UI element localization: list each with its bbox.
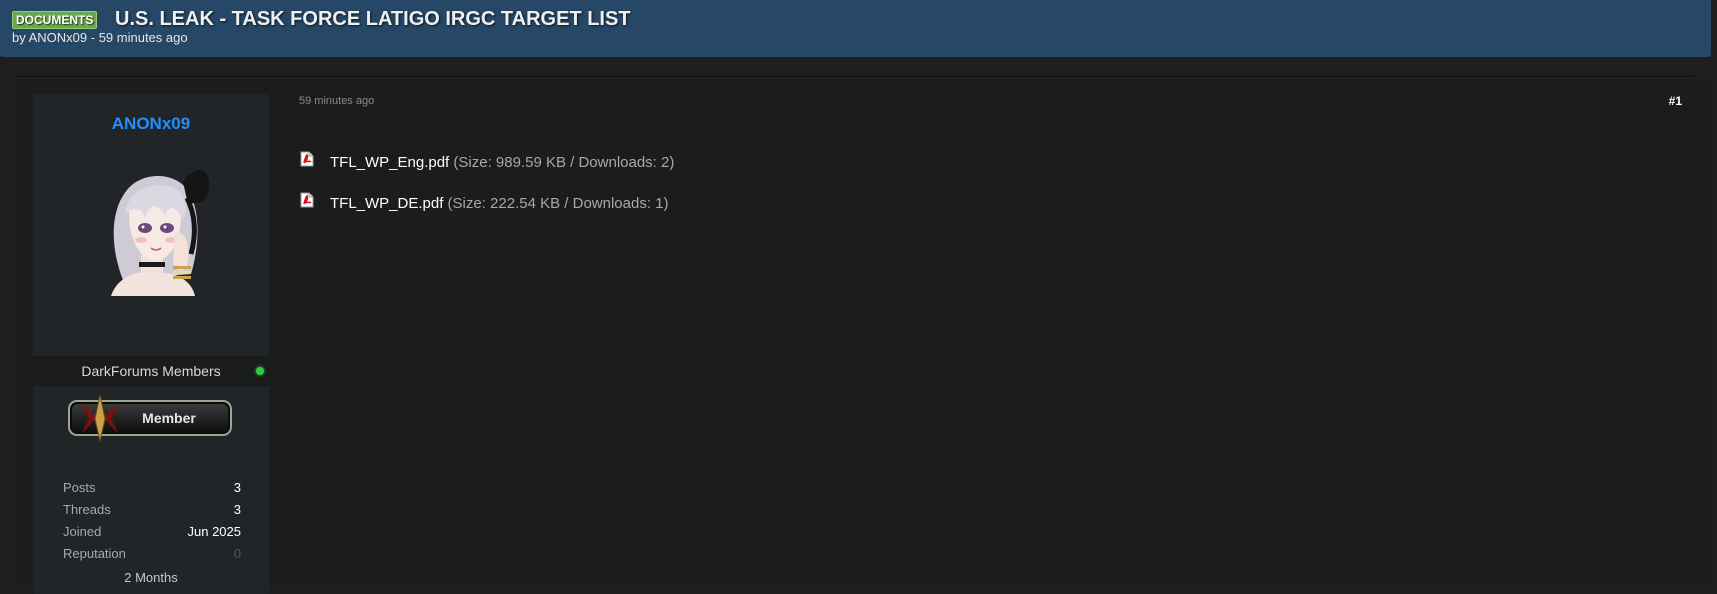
- thread-header: DOCUMENTS U.S. LEAK - TASK FORCE LATIGO …: [0, 0, 1711, 57]
- stat-row-threads: Threads 3: [63, 499, 241, 521]
- stat-label: Threads: [63, 502, 111, 517]
- stat-label: Posts: [63, 480, 96, 495]
- author-stats: Posts 3 Threads 3 Joined Jun 2025 Reputa…: [63, 477, 241, 565]
- rank-badge-label: Member: [142, 410, 196, 426]
- stat-value[interactable]: 3: [234, 499, 241, 521]
- attachment-info: (Size: 222.54 KB / Downloads: 1): [443, 195, 669, 212]
- member-rank-badge: Member: [68, 395, 232, 442]
- pdf-icon: [300, 151, 314, 167]
- attachment-link[interactable]: TFL_WP_DE.pdf: [330, 195, 443, 212]
- usergroup-bar: DarkForums Members: [33, 356, 269, 386]
- thread-title: U.S. LEAK - TASK FORCE LATIGO IRGC TARGE…: [115, 8, 631, 30]
- stat-row-reputation: Reputation 0: [63, 543, 241, 565]
- thread-prefix-badge[interactable]: DOCUMENTS: [12, 11, 98, 29]
- usergroup-label: DarkForums Members: [81, 363, 221, 379]
- post-timestamp: 59 minutes ago: [299, 95, 375, 107]
- avatar[interactable]: [83, 162, 219, 296]
- stat-label: Reputation: [63, 546, 126, 561]
- author-tenure: 2 Months: [124, 570, 178, 585]
- post-number-link[interactable]: #1: [1669, 94, 1682, 108]
- stat-value: Jun 2025: [187, 524, 242, 539]
- stat-value[interactable]: 0: [234, 543, 241, 565]
- online-status-icon: [256, 367, 264, 375]
- author-username[interactable]: ANONx09: [33, 114, 269, 134]
- author-sidebar: ANONx09 DarkForums Members Member Posts …: [33, 94, 269, 594]
- stat-label: Joined: [63, 524, 102, 539]
- stat-row-joined: Joined Jun 2025: [63, 521, 241, 543]
- post: ANONx09 DarkForums Members Member Posts …: [14, 78, 1714, 594]
- stat-value[interactable]: 3: [234, 477, 241, 499]
- thread-meta: by ANONx09 - 59 minutes ago: [12, 30, 188, 45]
- attachment-link[interactable]: TFL_WP_Eng.pdf: [330, 154, 449, 171]
- stat-row-posts: Posts 3: [63, 477, 241, 499]
- pdf-icon: [300, 192, 314, 208]
- attachment-info: (Size: 989.59 KB / Downloads: 2): [449, 154, 675, 171]
